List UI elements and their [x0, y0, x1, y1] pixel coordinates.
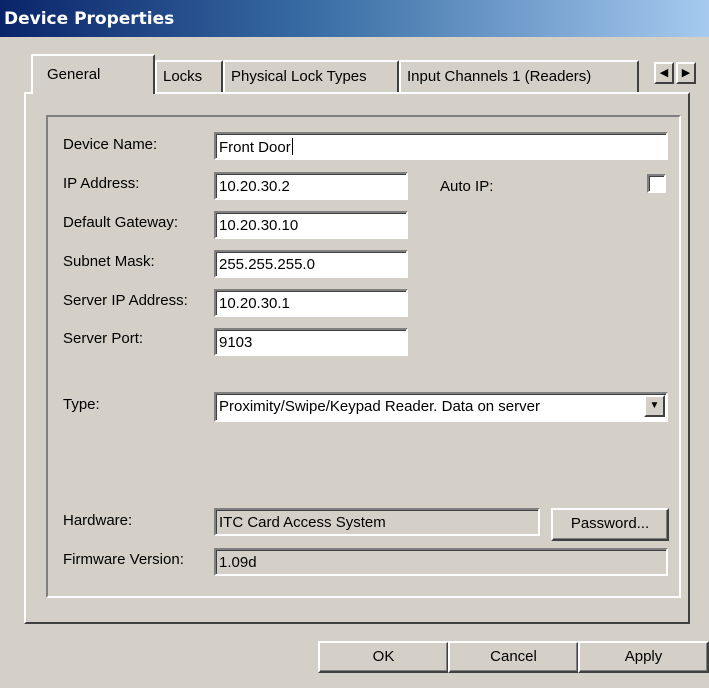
firmware-version-field: 1.09d [214, 548, 668, 576]
ok-button[interactable]: OK [318, 641, 449, 673]
firmware-version-value: 1.09d [219, 554, 257, 571]
subnet-mask-input[interactable]: 255.255.255.0 [214, 250, 408, 278]
cancel-button-label: Cancel [490, 648, 537, 665]
hardware-label: Hardware: [63, 512, 133, 529]
firmware-version-label: Firmware Version: [63, 551, 184, 568]
type-label: Type: [63, 396, 100, 413]
subnet-mask-label: Subnet Mask: [63, 253, 155, 270]
apply-button-label: Apply [624, 648, 663, 665]
auto-ip-checkbox[interactable] [647, 174, 666, 193]
chevron-down-icon: ▼ [649, 400, 660, 411]
tab-input-channels-label: Input Channels 1 (Readers) [407, 68, 592, 85]
tab-general-label: General [47, 66, 101, 83]
text-caret [291, 138, 293, 155]
default-gateway-value: 10.20.30.10 [219, 217, 299, 234]
password-button[interactable]: Password... [551, 508, 669, 541]
server-port-input[interactable]: 9103 [214, 328, 408, 356]
tab-physical-lock-types[interactable]: Physical Lock Types [223, 60, 399, 92]
device-name-input[interactable]: Front Door [214, 132, 668, 160]
type-select[interactable]: Proximity/Swipe/Keypad Reader. Data on s… [214, 392, 668, 422]
ip-address-input[interactable]: 10.20.30.2 [214, 172, 408, 200]
tab-scroll-right-button[interactable]: ▶ [676, 62, 696, 84]
default-gateway-label: Default Gateway: [63, 214, 179, 231]
default-gateway-input[interactable]: 10.20.30.10 [214, 211, 408, 239]
arrow-right-icon: ▶ [681, 67, 691, 79]
ok-button-label: OK [372, 648, 395, 665]
server-ip-label: Server IP Address: [63, 292, 188, 309]
hardware-value: ITC Card Access System [219, 514, 386, 531]
tab-locks-label: Locks [163, 68, 203, 85]
type-select-value: Proximity/Swipe/Keypad Reader. Data on s… [219, 398, 540, 415]
device-name-label: Device Name: [63, 136, 158, 153]
tab-physical-lock-types-label: Physical Lock Types [231, 68, 367, 85]
tab-locks[interactable]: Locks [155, 60, 223, 92]
subnet-mask-value: 255.255.255.0 [219, 256, 315, 273]
ip-address-label: IP Address: [63, 175, 140, 192]
cancel-button[interactable]: Cancel [448, 641, 579, 673]
password-button-label: Password... [570, 515, 650, 532]
arrow-left-icon: ◀ [659, 67, 669, 79]
type-dropdown-button[interactable]: ▼ [644, 395, 665, 417]
server-ip-value: 10.20.30.1 [219, 295, 290, 312]
auto-ip-label: Auto IP: [440, 178, 494, 195]
tab-input-channels[interactable]: Input Channels 1 (Readers) [399, 60, 639, 92]
hardware-field: ITC Card Access System [214, 508, 540, 536]
tab-general[interactable]: General [31, 54, 155, 94]
server-ip-input[interactable]: 10.20.30.1 [214, 289, 408, 317]
tab-scroll-left-button[interactable]: ◀ [654, 62, 674, 84]
server-port-value: 9103 [219, 334, 253, 351]
server-port-label: Server Port: [63, 330, 144, 347]
ip-address-value: 10.20.30.2 [219, 178, 290, 195]
title-bar: Device Properties [0, 0, 709, 37]
device-name-value: Front Door [219, 139, 291, 156]
apply-button[interactable]: Apply [578, 641, 709, 673]
window-title: Device Properties [4, 9, 175, 29]
